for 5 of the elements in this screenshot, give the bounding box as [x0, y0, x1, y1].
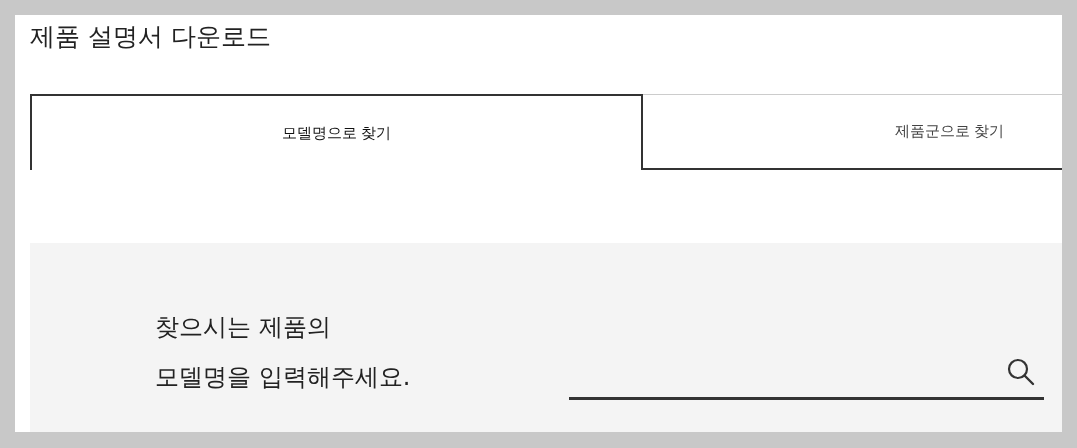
tab[interactable]: 모델명으로 찾기 [30, 94, 643, 170]
search-prompt: 찾으시는 제품의 모델명을 입력해주세요. [155, 312, 412, 393]
tab[interactable]: 제품군으로 찾기 [643, 94, 1062, 170]
search-icon[interactable] [1006, 357, 1036, 387]
page-title: 제품 설명서 다운로드 [30, 21, 272, 53]
